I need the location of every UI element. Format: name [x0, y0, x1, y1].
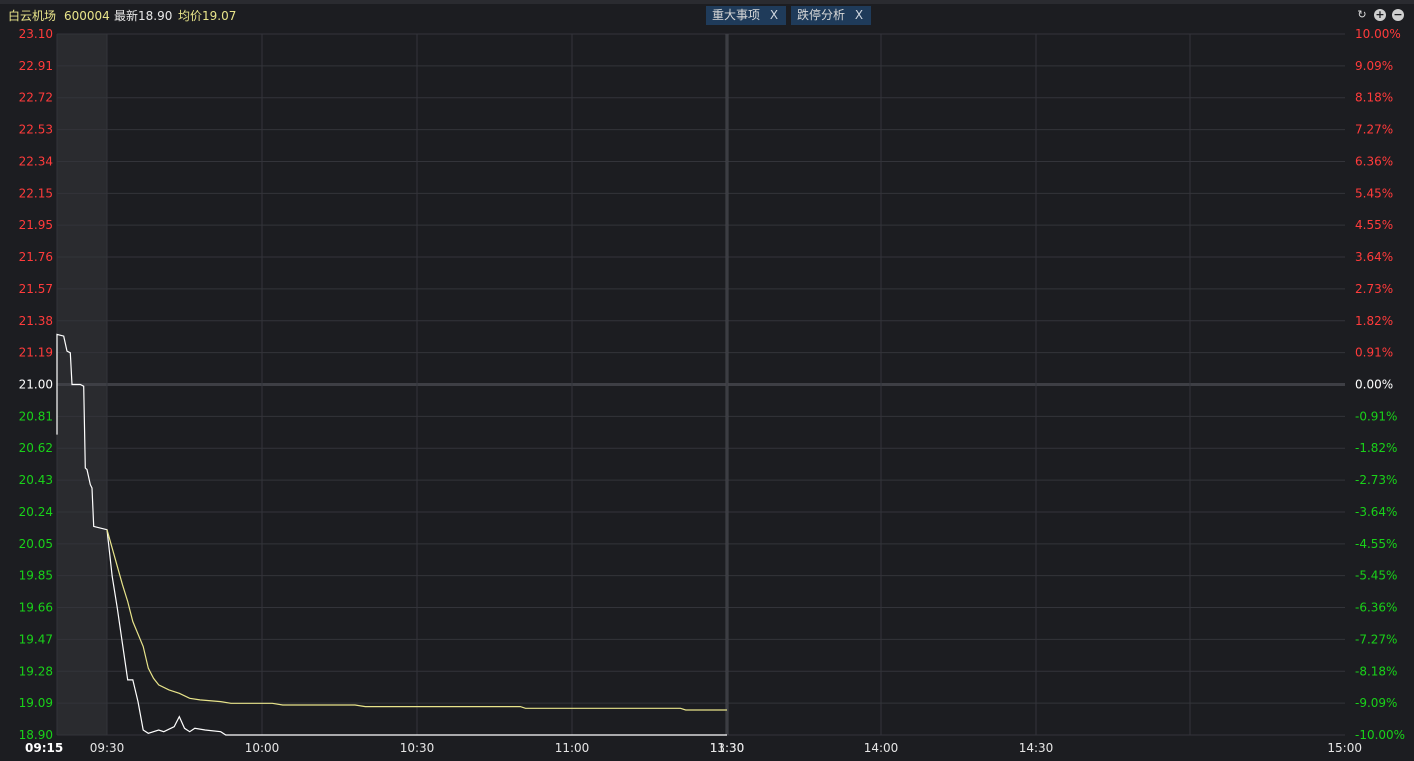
y-tick-label-left: 19.66	[19, 601, 53, 615]
y-tick-label-right: -5.45%	[1355, 569, 1397, 583]
y-tick-label-right: -6.36%	[1355, 601, 1397, 615]
y-tick-label-left: 19.28	[19, 664, 53, 678]
x-tick-label: 11:00	[555, 741, 590, 755]
y-tick-label-left: 20.81	[19, 409, 53, 423]
y-tick-label-right: 2.73%	[1355, 282, 1393, 296]
y-tick-label-left: 22.53	[19, 123, 53, 137]
x-tick-label: 10:30	[400, 741, 435, 755]
y-tick-label-left: 20.24	[19, 505, 53, 519]
x-tick-label: 09:30	[90, 741, 125, 755]
x-tick-label: 15:00	[1327, 741, 1362, 755]
y-tick-label-left: 20.62	[19, 441, 53, 455]
x-tick-label: 14:00	[864, 741, 899, 755]
y-tick-label-right: 7.27%	[1355, 123, 1393, 137]
y-tick-label-right: -1.82%	[1355, 441, 1397, 455]
y-tick-label-left: 20.05	[19, 537, 53, 551]
y-tick-label-left: 22.34	[19, 154, 53, 168]
x-tick-label: 14:30	[1019, 741, 1054, 755]
y-tick-label-right: 9.09%	[1355, 59, 1393, 73]
x-tick-label: 10:00	[245, 741, 280, 755]
y-tick-label-right: 0.00%	[1355, 378, 1393, 392]
y-tick-label-left: 22.72	[19, 91, 53, 105]
y-tick-label-left: 22.91	[19, 59, 53, 73]
y-tick-label-right: -7.27%	[1355, 632, 1397, 646]
y-tick-label-left: 21.00	[19, 378, 53, 392]
y-tick-label-right: -10.00%	[1355, 728, 1405, 742]
y-tick-label-left: 23.10	[19, 27, 53, 41]
y-tick-label-right: 8.18%	[1355, 91, 1393, 105]
y-tick-label-left: 18.90	[19, 728, 53, 742]
y-tick-label-right: -4.55%	[1355, 537, 1397, 551]
y-tick-label-right: 0.91%	[1355, 346, 1393, 360]
y-tick-label-left: 19.85	[19, 569, 53, 583]
x-tick-label: 09:15	[25, 741, 63, 755]
y-tick-label-right: -2.73%	[1355, 473, 1397, 487]
y-tick-label-left: 21.57	[19, 282, 53, 296]
y-tick-label-left: 19.09	[19, 696, 53, 710]
y-tick-label-left: 21.38	[19, 314, 53, 328]
x-tick-label: 13:30	[710, 741, 745, 755]
y-tick-label-right: 10.00%	[1355, 27, 1401, 41]
y-tick-label-left: 21.19	[19, 346, 53, 360]
y-tick-label-right: -8.18%	[1355, 664, 1397, 678]
y-tick-label-right: -9.09%	[1355, 696, 1397, 710]
y-tick-label-right: 4.55%	[1355, 218, 1393, 232]
y-tick-label-right: 1.82%	[1355, 314, 1393, 328]
y-tick-label-right: 3.64%	[1355, 250, 1393, 264]
y-tick-label-right: 6.36%	[1355, 154, 1393, 168]
y-tick-label-right: -0.91%	[1355, 409, 1397, 423]
y-tick-label-left: 22.15	[19, 186, 53, 200]
y-tick-label-left: 19.47	[19, 632, 53, 646]
y-tick-label-left: 21.76	[19, 250, 53, 264]
y-tick-label-right: 5.45%	[1355, 186, 1393, 200]
y-tick-label-right: -3.64%	[1355, 505, 1397, 519]
y-tick-label-left: 20.43	[19, 473, 53, 487]
intraday-chart[interactable]: 23.10 10.00% 22.91 9.09% 22.72 8.18% 22.53 7.27…	[0, 0, 1414, 761]
y-tick-label-left: 21.95	[19, 218, 53, 232]
